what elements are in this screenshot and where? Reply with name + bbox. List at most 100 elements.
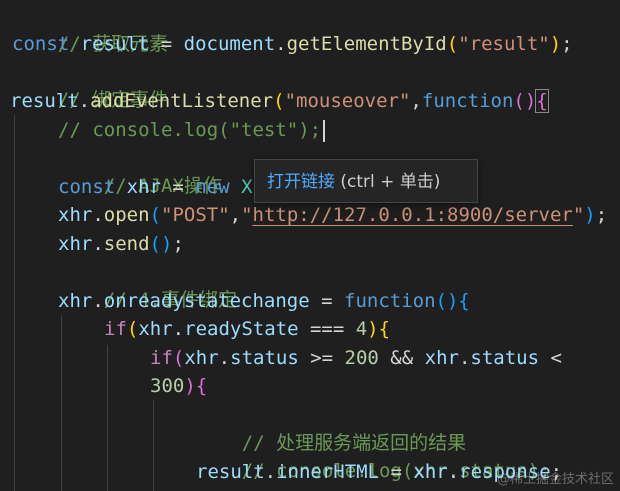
string: " — [572, 204, 585, 226]
open-link-action[interactable]: 打开链接 — [267, 172, 335, 192]
punctuation: . — [92, 204, 104, 226]
brace: { — [458, 290, 470, 312]
code-line-4[interactable]: result.addEventListener("mouseover",func… — [10, 87, 549, 115]
keyword: function — [344, 290, 436, 312]
brace: { — [378, 318, 391, 340]
code-line-16[interactable]: // console.log(xhr.status); — [196, 429, 551, 482]
variable: result — [10, 90, 79, 112]
punctuation: . — [218, 347, 231, 369]
keyword: const — [12, 33, 70, 55]
paren: ) — [184, 375, 196, 397]
variable: xhr — [58, 290, 93, 312]
paren: ) — [367, 318, 379, 340]
operator: < — [539, 347, 562, 369]
paren: ) — [584, 204, 596, 226]
number: 200 — [344, 347, 379, 369]
keyword: function — [421, 90, 514, 112]
operator: = — [379, 461, 414, 483]
paren: ( — [273, 90, 285, 112]
code-line-3[interactable]: // 绑定事件 — [12, 58, 168, 111]
function-name: send — [103, 233, 150, 255]
variable: xhr — [138, 318, 173, 340]
property: status — [230, 347, 299, 369]
link-hover-tooltip: 打开链接 (ctrl + 单击) — [254, 159, 478, 203]
keyword: if — [104, 318, 127, 340]
indent-guide — [107, 345, 108, 491]
variable: xhr — [58, 233, 93, 255]
operator: >= — [298, 347, 345, 369]
string: "mouseover" — [284, 90, 411, 112]
paren: ( — [446, 33, 459, 55]
code-line-2[interactable]: const result = document.getElementById("… — [12, 30, 573, 58]
code-line-10[interactable]: // 4.事件绑定 — [58, 258, 237, 311]
number: 300 — [150, 375, 185, 397]
code-line-12[interactable]: if(xhr.readyState === 4){ — [104, 315, 390, 343]
variable: result — [196, 461, 265, 483]
property: readyState — [184, 318, 299, 340]
variable: xhr — [413, 461, 448, 483]
comment: // console.log("test"); — [58, 119, 322, 141]
operator: = — [149, 33, 184, 55]
indent-guide — [14, 115, 15, 491]
variable: xhr — [58, 204, 93, 226]
paren: ( — [172, 347, 185, 369]
paren: () — [435, 290, 459, 312]
code-line-13[interactable]: if(xhr.status >= 200 && xhr.status < — [150, 344, 562, 372]
class-name: X — [241, 176, 253, 198]
string: " — [241, 204, 253, 226]
punctuation: , — [410, 90, 422, 112]
punctuation: . — [275, 33, 287, 55]
paren: () — [149, 233, 173, 255]
variable: xhr — [424, 347, 459, 369]
punctuation: ; — [561, 33, 573, 55]
paren: () — [513, 90, 537, 112]
punctuation: . — [264, 461, 277, 483]
code-line-6[interactable]: // AJAX操作 — [58, 144, 222, 197]
watermark: @稀土掘金技术社区 — [496, 472, 614, 487]
code-line-14[interactable]: 300){ — [150, 372, 207, 400]
paren: ) — [549, 33, 562, 55]
punctuation: . — [92, 233, 104, 255]
variable: xhr — [126, 176, 161, 198]
variable: result — [80, 33, 150, 55]
tooltip-hint: (ctrl + 单击) — [335, 172, 441, 192]
code-line-11[interactable]: xhr.onreadystatechange = function(){ — [58, 287, 470, 315]
function-name: open — [103, 204, 150, 226]
string: "POST" — [161, 204, 230, 226]
function-name: addEventListener — [90, 90, 274, 112]
property: status — [470, 347, 540, 369]
keyword: const — [58, 176, 116, 198]
matched-brace: { — [535, 89, 549, 113]
url-link[interactable]: http://127.0.0.1:8900/server — [253, 204, 573, 226]
punctuation: ; — [172, 233, 184, 255]
indent-guide — [153, 400, 154, 491]
string: "result" — [458, 33, 550, 55]
property: innerHTML — [276, 461, 380, 483]
brace: { — [195, 375, 208, 397]
operator: === — [298, 318, 356, 340]
punctuation: . — [78, 90, 91, 112]
code-line-15[interactable]: // 处理服务端返回的结果 — [196, 401, 466, 454]
punctuation: . — [447, 461, 460, 483]
punctuation: , — [229, 204, 242, 226]
variable: xhr — [184, 347, 219, 369]
punctuation: . — [458, 347, 471, 369]
code-line-5[interactable]: // console.log("test"); — [58, 116, 326, 144]
paren: ( — [126, 318, 139, 340]
property: onreadystatechange — [103, 290, 310, 312]
code-editor[interactable]: // 获取元素 const result = document.getEleme… — [0, 0, 620, 491]
number: 4 — [355, 318, 368, 340]
code-line-7[interactable]: const xhr = new X — [58, 173, 253, 201]
keyword: new — [195, 176, 230, 198]
operator: = — [309, 290, 345, 312]
punctuation: . — [92, 290, 104, 312]
punctuation: . — [172, 318, 185, 340]
code-line-9[interactable]: xhr.send(); — [58, 230, 184, 258]
code-line-1[interactable]: // 获取元素 — [12, 2, 168, 55]
code-line-8[interactable]: xhr.open("POST","http://127.0.0.1:8900/s… — [58, 201, 607, 229]
operator: && — [378, 347, 425, 369]
operator: = — [160, 176, 196, 198]
text-cursor — [323, 119, 326, 142]
variable: document — [183, 33, 276, 55]
paren: ( — [149, 204, 161, 226]
